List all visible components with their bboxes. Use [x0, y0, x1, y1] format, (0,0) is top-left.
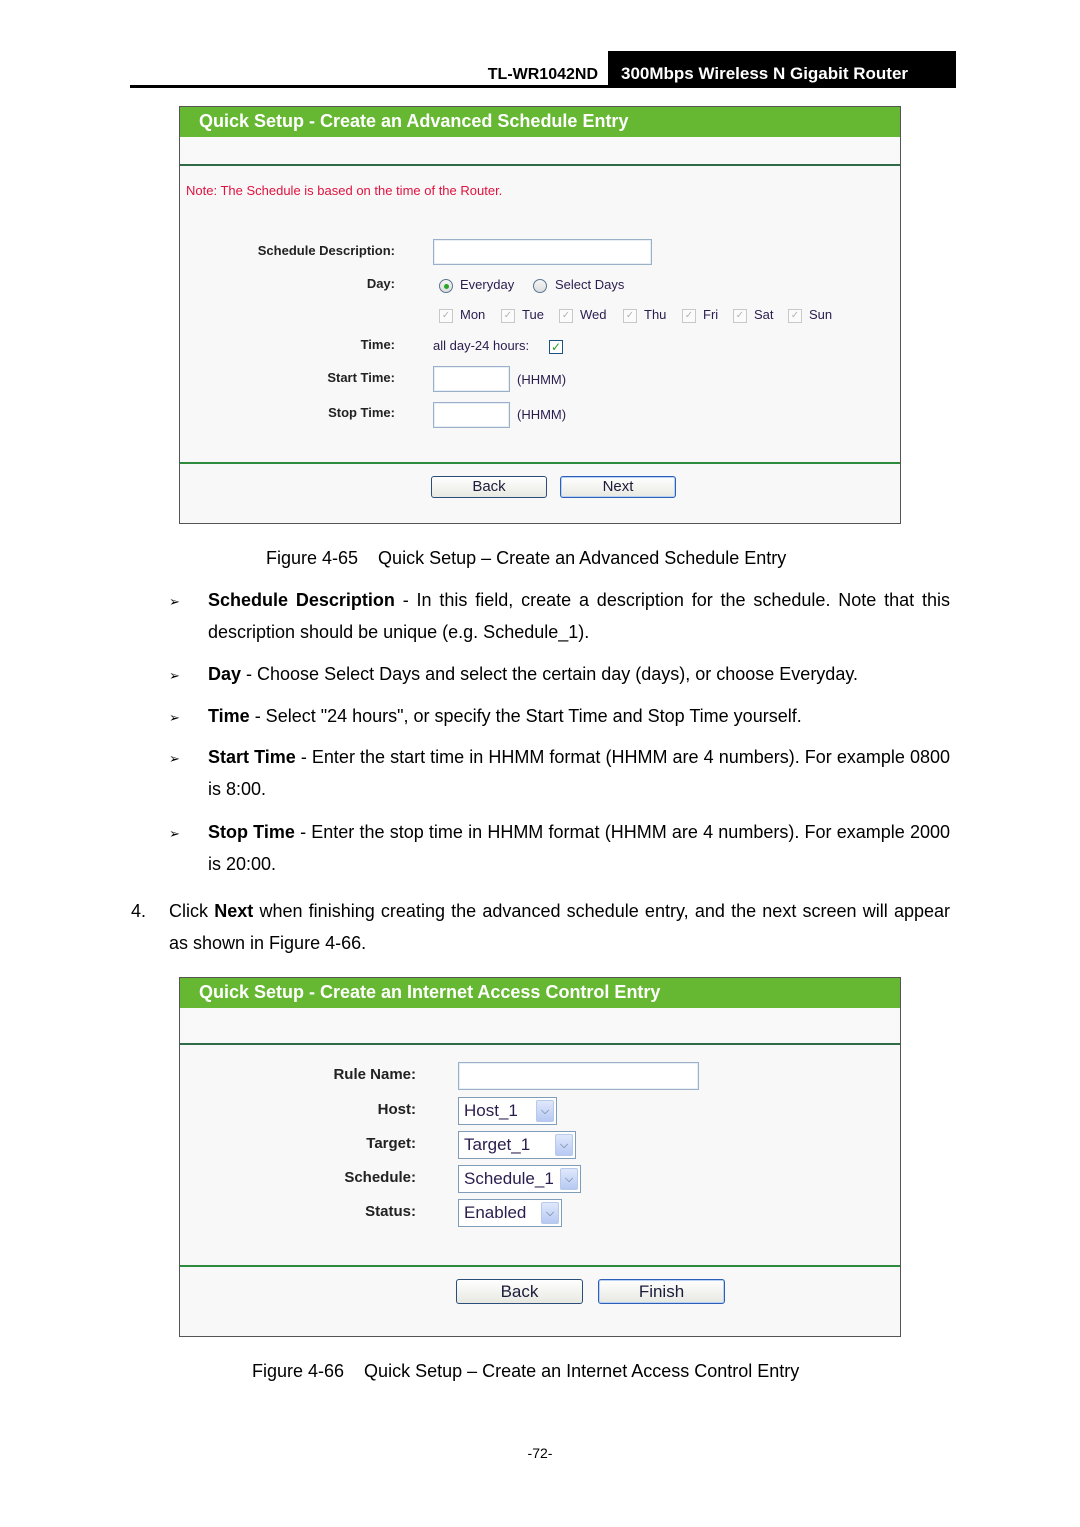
day-checkbox-fri[interactable]: ✓: [682, 309, 696, 323]
schedule-description-input[interactable]: [433, 239, 652, 265]
status-value: Enabled: [464, 1203, 527, 1222]
bullet-day: Day - Choose Select Days and select the …: [208, 658, 950, 690]
next-button[interactable]: Next: [560, 476, 676, 498]
chevron-down-icon[interactable]: ⌵: [541, 1202, 559, 1224]
start-time-input[interactable]: [433, 366, 510, 392]
panel-blank-row: [180, 1008, 900, 1045]
bullet-arrow-icon: ➢: [169, 710, 180, 725]
host-select[interactable]: Host_1 ⌵: [458, 1097, 557, 1125]
figure-66-caption: Figure 4-66 Quick Setup – Create an Inte…: [252, 1361, 800, 1381]
bullet-term: Schedule Description: [208, 590, 395, 610]
step-text-bold: Next: [214, 901, 254, 921]
host-label: Host:: [377, 1101, 416, 1118]
stop-time-label: Stop Time:: [328, 405, 395, 420]
day-checkbox-sat[interactable]: ✓: [733, 309, 747, 323]
day-label-sat: Sat: [754, 307, 774, 322]
stop-time-format-hint: (HHMM): [517, 407, 567, 422]
day-checkbox-mon[interactable]: ✓: [439, 309, 453, 323]
schedule-label: Schedule:: [344, 1169, 416, 1186]
day-checkbox-tue[interactable]: ✓: [501, 309, 515, 323]
target-value: Target_1: [464, 1135, 531, 1154]
step-number: 4.: [131, 901, 147, 921]
day-label-sun: Sun: [809, 307, 833, 322]
bullet-arrow-icon: ➢: [169, 826, 180, 841]
stop-time-input[interactable]: [433, 402, 510, 428]
bullet-start-time: Start Time - Enter the start time in HHM…: [208, 741, 950, 805]
page-header: TL-WR1042ND 300Mbps Wireless N Gigabit R…: [130, 51, 956, 88]
day-label-wed: Wed: [580, 307, 607, 322]
schedule-description-label: Schedule Description:: [257, 243, 395, 258]
bullet-text: - Enter the stop time in HHMM format (HH…: [208, 822, 950, 874]
status-select[interactable]: Enabled ⌵: [458, 1199, 562, 1227]
chevron-down-icon[interactable]: ⌵: [555, 1134, 573, 1156]
schedule-value: Schedule_1: [464, 1169, 554, 1188]
bullet-arrow-icon: ➢: [169, 594, 180, 609]
model-name: TL-WR1042ND: [487, 66, 598, 83]
target-select[interactable]: Target_1 ⌵: [458, 1131, 576, 1159]
panel-title: Quick Setup - Create an Internet Access …: [180, 978, 900, 1008]
chevron-down-icon[interactable]: ⌵: [560, 1168, 578, 1190]
panel-separator: [180, 462, 900, 464]
start-time-format-hint: (HHMM): [517, 372, 567, 387]
bullet-term: Stop Time: [208, 822, 295, 842]
bullet-time: Time - Select "24 hours", or specify the…: [208, 700, 950, 732]
bullet-term: Start Time: [208, 747, 296, 767]
bullet-schedule-description: Schedule Description - In this field, cr…: [208, 584, 950, 648]
bullet-arrow-icon: ➢: [169, 751, 180, 766]
day-label: Day:: [366, 276, 395, 291]
advanced-schedule-panel: Quick Setup - Create an Advanced Schedul…: [179, 106, 901, 524]
time-label: Time:: [360, 337, 395, 352]
day-checkbox-sun[interactable]: ✓: [788, 309, 802, 323]
day-label-mon: Mon: [460, 307, 486, 322]
select-days-radio[interactable]: [533, 279, 547, 293]
status-label: Status:: [365, 1203, 416, 1220]
product-title: 300Mbps Wireless N Gigabit Router: [608, 51, 956, 88]
rule-name-label: Rule Name:: [333, 1066, 416, 1083]
bullet-text: - Select "24 hours", or specify the Star…: [249, 706, 802, 726]
finish-button[interactable]: Finish: [598, 1279, 725, 1304]
day-label-fri: Fri: [703, 307, 719, 322]
rule-name-input[interactable]: [458, 1062, 699, 1090]
panel-blank-row: [180, 137, 900, 166]
back-button[interactable]: Back: [431, 476, 547, 498]
back-button[interactable]: Back: [456, 1279, 583, 1304]
schedule-note: Note: The Schedule is based on the time …: [186, 183, 503, 198]
bullet-term: Time: [208, 706, 250, 726]
step-text-post: when finishing creating the advanced sch…: [169, 901, 951, 953]
day-checkbox-wed[interactable]: ✓: [559, 309, 573, 323]
select-days-label[interactable]: Select Days: [555, 277, 624, 292]
day-checkbox-thu[interactable]: ✓: [623, 309, 637, 323]
step-text-pre: Click: [169, 901, 215, 921]
radio-selected-dot: [444, 284, 449, 289]
header-rule: [130, 85, 956, 88]
all-day-label: all day-24 hours:: [433, 338, 530, 353]
page-number: -72-: [527, 1445, 553, 1461]
chevron-down-icon[interactable]: ⌵: [536, 1100, 554, 1122]
access-control-panel: Quick Setup - Create an Internet Access …: [179, 977, 901, 1337]
bullet-stop-time: Stop Time - Enter the stop time in HHMM …: [208, 816, 950, 880]
schedule-select[interactable]: Schedule_1 ⌵: [458, 1165, 581, 1193]
all-day-checkbox[interactable]: ✓: [549, 340, 563, 354]
bullet-term: Day: [208, 664, 242, 684]
host-value: Host_1: [464, 1101, 518, 1120]
day-label-tue: Tue: [522, 307, 544, 322]
start-time-label: Start Time:: [327, 370, 395, 385]
bullet-arrow-icon: ➢: [169, 668, 180, 683]
bullet-text: - Choose Select Days and select the cert…: [241, 664, 858, 684]
target-label: Target:: [366, 1135, 416, 1152]
everyday-label[interactable]: Everyday: [460, 277, 514, 292]
panel-separator: [180, 1265, 900, 1267]
everyday-radio[interactable]: [439, 279, 453, 293]
step-4-text: Click Next when finishing creating the a…: [169, 895, 950, 959]
figure-65-caption: Figure 4-65 Quick Setup – Create an Adva…: [266, 548, 787, 568]
day-label-thu: Thu: [644, 307, 667, 322]
panel-title: Quick Setup - Create an Advanced Schedul…: [180, 107, 900, 137]
bullet-text: - Enter the start time in HHMM format (H…: [208, 747, 951, 799]
